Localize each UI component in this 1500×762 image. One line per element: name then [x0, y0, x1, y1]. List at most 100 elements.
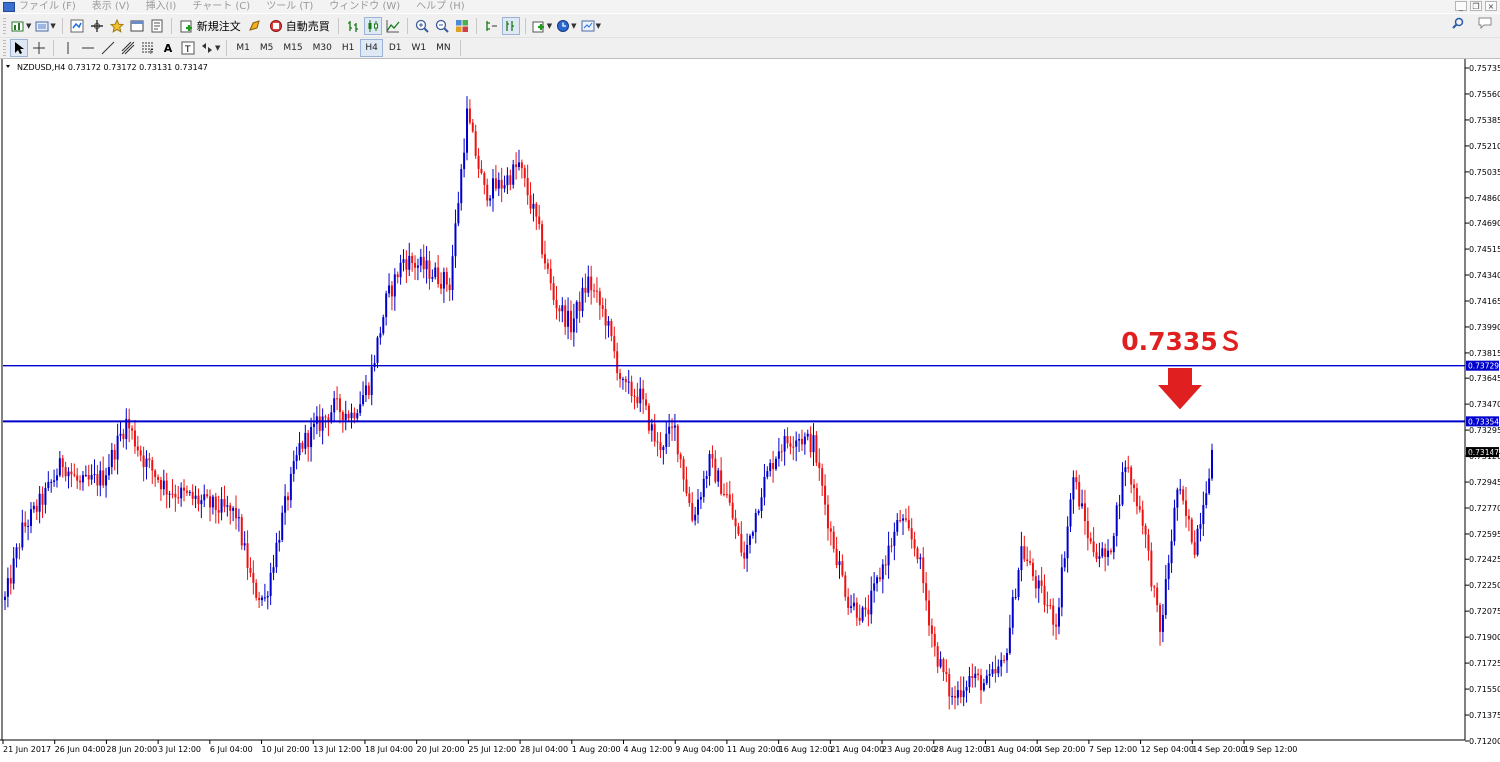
- menu-insert[interactable]: 挿入(I): [146, 0, 177, 13]
- candle-body: [99, 470, 102, 486]
- market-watch-button[interactable]: [68, 17, 86, 35]
- meta-editor-button[interactable]: [246, 17, 264, 35]
- candle-body: [1193, 542, 1196, 555]
- candle-body: [682, 459, 685, 480]
- terminal-button[interactable]: [128, 17, 146, 35]
- candle-body: [336, 398, 339, 400]
- timeframe-m1[interactable]: M1: [232, 39, 254, 57]
- chart-shift-button[interactable]: [482, 17, 500, 35]
- candle-body: [954, 695, 957, 698]
- candle-body: [1130, 467, 1133, 485]
- horizontal-line-button[interactable]: [79, 39, 97, 57]
- menu-view[interactable]: 表示 (V): [92, 0, 130, 13]
- cursor-button[interactable]: [10, 39, 28, 57]
- candle-body: [526, 177, 529, 196]
- candle-body: [994, 669, 997, 674]
- candle-body: [70, 471, 73, 475]
- indicators-button[interactable]: ▼: [531, 17, 553, 35]
- time-tick-label: 4 Aug 12:00: [624, 745, 673, 754]
- candle-body: [480, 168, 483, 174]
- candle-body: [673, 425, 676, 428]
- timeframe-m30[interactable]: M30: [309, 39, 336, 57]
- candle-body: [67, 471, 70, 477]
- candle-body: [1187, 515, 1190, 520]
- menu-window[interactable]: ウィンドウ (W): [329, 0, 400, 13]
- candle-body: [376, 337, 379, 364]
- candle-body: [717, 470, 720, 482]
- timeframe-h1[interactable]: H1: [338, 39, 359, 57]
- trendline-button[interactable]: [99, 39, 117, 57]
- price-chart[interactable]: 0.737290.733540.73147 0.7335Ｓ 0.757350.7…: [0, 59, 1500, 759]
- zoom-out-button[interactable]: [433, 17, 451, 35]
- menu-chart[interactable]: チャート (C): [192, 0, 250, 13]
- tile-windows-button[interactable]: [453, 17, 471, 35]
- text-tool-icon: A: [163, 41, 173, 55]
- menu-tools[interactable]: ツール (T): [266, 0, 313, 13]
- time-tick-label: 4 Sep 20:00: [1037, 745, 1085, 754]
- candle-body: [437, 267, 440, 284]
- candle-body: [1075, 477, 1078, 483]
- bar-chart-button[interactable]: [344, 17, 362, 35]
- chart-window[interactable]: 0.73729 0.73354 0.73147 0.7335Ｓ 0.75735 0.7…: [0, 59, 1500, 759]
- candle-body: [806, 433, 809, 437]
- candle-body: [656, 441, 659, 443]
- search-icon[interactable]: [1452, 17, 1464, 29]
- chat-icon[interactable]: [1478, 17, 1492, 29]
- menu-help[interactable]: ヘルプ (H): [416, 0, 465, 13]
- line-chart-button[interactable]: [384, 17, 402, 35]
- toolbar-grip[interactable]: [3, 17, 6, 34]
- candle-body: [408, 255, 411, 270]
- strategy-tester-button[interactable]: [148, 17, 166, 35]
- candle-body: [867, 609, 870, 615]
- candle-body: [959, 690, 962, 698]
- timeframe-mn[interactable]: MN: [432, 39, 455, 57]
- candle-body: [200, 500, 203, 505]
- candle-body: [907, 519, 910, 529]
- periods-button[interactable]: ▼: [555, 17, 577, 35]
- text-label-button[interactable]: T: [179, 39, 197, 57]
- candle-body: [621, 378, 624, 380]
- candle-body: [1182, 489, 1185, 501]
- new-chart-button[interactable]: ▼: [10, 17, 32, 35]
- time-tick-label: 13 Jul 12:00: [313, 745, 361, 754]
- navigator-button[interactable]: [108, 17, 126, 35]
- timeframe-m15[interactable]: M15: [279, 39, 306, 57]
- minimize-icon[interactable]: _: [1455, 1, 1467, 11]
- candle-body: [1185, 500, 1188, 516]
- candle-body: [1144, 525, 1147, 535]
- candle-body: [852, 602, 855, 607]
- arrows-button[interactable]: ▼: [199, 39, 221, 57]
- auto-trading-button[interactable]: 自動売買: [266, 17, 333, 35]
- candle-body: [552, 283, 555, 301]
- candle-body: [699, 496, 702, 500]
- channel-button[interactable]: [119, 39, 137, 57]
- timeframe-m5[interactable]: M5: [256, 39, 278, 57]
- candle-body: [835, 548, 838, 566]
- timeframe-d1[interactable]: D1: [385, 39, 406, 57]
- restore-icon[interactable]: ❐: [1470, 1, 1482, 11]
- autoscroll-button[interactable]: [501, 16, 520, 35]
- candlestick-button[interactable]: [363, 16, 382, 35]
- vertical-line-button[interactable]: [59, 39, 77, 57]
- data-window-button[interactable]: [88, 17, 106, 35]
- candle-body: [87, 475, 90, 480]
- close-icon[interactable]: ×: [1485, 1, 1497, 11]
- timeframe-h4[interactable]: H4: [360, 39, 383, 57]
- text-button[interactable]: A: [159, 39, 177, 57]
- candle-body: [1029, 561, 1032, 563]
- timeframe-w1[interactable]: W1: [407, 39, 430, 57]
- new-order-button[interactable]: 新規注文: [177, 17, 244, 35]
- toolbar-grip[interactable]: [3, 40, 6, 56]
- candle-body: [1060, 567, 1063, 608]
- templates-button[interactable]: ▼: [580, 17, 602, 35]
- menu-file[interactable]: ファイル (F): [19, 0, 76, 13]
- crosshair-button[interactable]: [30, 39, 48, 57]
- fibonacci-button[interactable]: F: [139, 39, 157, 57]
- price-tick-label: 0.73470: [1469, 400, 1500, 409]
- price-tick-label: 0.73990: [1469, 323, 1500, 332]
- zoom-in-button[interactable]: [413, 17, 431, 35]
- profiles-button[interactable]: ▼: [34, 17, 56, 35]
- candle-body: [1020, 546, 1023, 571]
- candle-body: [110, 449, 113, 468]
- candle-body: [1014, 596, 1017, 598]
